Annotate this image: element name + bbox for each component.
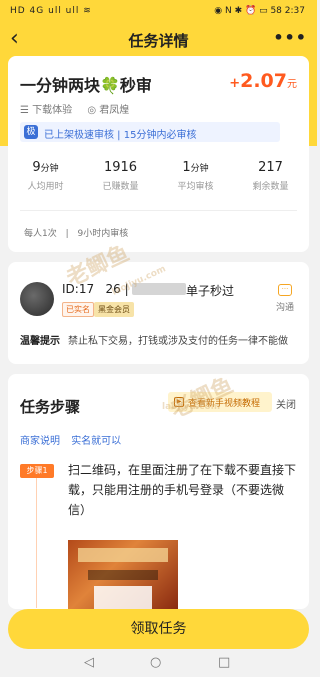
stat-avg-time: 9分钟 人均用时 — [8, 160, 83, 192]
stat-remaining: 217 剩余数量 — [233, 160, 308, 192]
merchant-links: 商家说明 实名就可以 — [20, 432, 129, 447]
status-bar: HD 4G ull ull ≋ ◉ N ✱ ⏰ ▭ 58 2:37 — [0, 0, 317, 24]
vip-badge: 黑金会员 — [94, 302, 134, 317]
tip-text: 禁止私下交易，打钱或涉及支付的任务一律不能做 — [68, 336, 288, 347]
reward-amount: 2.07 — [240, 70, 287, 92]
qr-image-banner — [78, 548, 168, 562]
tutorial-label: 查看新手视频教程 — [188, 399, 261, 409]
limit-separator: | — [65, 229, 69, 239]
tag-download: ☰ 下载体验 — [20, 105, 73, 116]
nav-back-icon[interactable]: ◁ — [84, 655, 94, 670]
clock: 2:37 — [284, 6, 305, 16]
stat-earned: 1916 已赚数量 — [83, 160, 158, 192]
task-steps-card: 任务步骤 ▶ 查看新手视频教程 关闭 商家说明 实名就可以 步骤1 扫二维码，在… — [8, 374, 309, 609]
stat-avg-audit: 1分钟 平均审核 — [158, 160, 233, 192]
nav-recent-icon[interactable]: □ — [218, 655, 230, 670]
task-stats: 9分钟 人均用时 1916 已赚数量 1分钟 平均审核 217 剩余数量 — [8, 160, 309, 200]
task-limits: 每人1次 | 9小时内审核 — [24, 226, 134, 239]
publisher-name: 单子秒过 — [186, 284, 235, 298]
nav-home-icon[interactable]: ○ — [150, 655, 161, 670]
chat-label: 沟通 — [275, 303, 294, 313]
close-tutorial-button[interactable]: 关闭 — [276, 396, 296, 411]
stat-label: 剩余数量 — [252, 182, 289, 192]
chat-button[interactable]: ··· 沟通 — [273, 284, 297, 313]
limit-per-person: 每人1次 — [24, 229, 57, 239]
app-header: ‹ 任务详情 ••• — [0, 24, 317, 56]
avatar[interactable] — [20, 282, 54, 316]
qr-code-icon — [94, 586, 152, 609]
publisher-card: ID:17 26 | 单子秒过 已实名 黑金会员 ··· 沟通 温馨提示 禁止私下… — [8, 262, 309, 364]
redacted-name — [132, 283, 186, 295]
stat-label: 人均用时 — [27, 182, 64, 192]
stat-value: 1916 — [103, 160, 138, 175]
publisher-id-prefix: ID:17 — [62, 282, 95, 296]
audit-text: 已上架极速审核 | 15分钟内必审核 — [44, 130, 197, 141]
fast-audit-bar: 极 已上架极速审核 | 15分钟内必审核 — [20, 122, 280, 142]
reward-plus: + — [229, 76, 241, 91]
realname-link[interactable]: 实名就可以 — [71, 436, 121, 447]
stat-value: 1 — [182, 160, 191, 175]
divider — [20, 210, 297, 211]
task-tags: ☰ 下载体验 ◎ 君凤煌 — [20, 101, 141, 116]
stat-unit: 分钟 — [40, 164, 59, 174]
bottom-bar: 领取任务 — [0, 609, 317, 649]
stat-label: 平均审核 — [177, 182, 214, 192]
publisher-id: ID:17 26 | — [62, 282, 129, 296]
system-nav-bar: ◁ ○ □ — [0, 651, 317, 677]
stat-value: 217 — [258, 160, 283, 175]
video-tutorial-button[interactable]: ▶ 查看新手视频教程 — [168, 392, 272, 412]
task-title: 一分钟两块🍀秒审 — [20, 76, 152, 95]
tip-label: 温馨提示 — [20, 336, 60, 347]
claim-task-button[interactable]: 领取任务 — [8, 609, 309, 649]
verified-badge: 已实名 — [62, 302, 94, 317]
step-connector — [36, 478, 37, 608]
status-right-icons: ◉ N ✱ ⏰ ▭ — [214, 6, 268, 16]
stat-value: 9 — [32, 160, 41, 175]
limit-audit-window: 9小时内审核 — [77, 229, 129, 239]
publisher-id-suffix: 26 | — [105, 282, 129, 296]
battery-level: 58 — [270, 6, 282, 16]
merchant-note-link[interactable]: 商家说明 — [20, 436, 60, 447]
warning-tip: 温馨提示 禁止私下交易，打钱或涉及支付的任务一律不能做 — [20, 332, 302, 347]
chat-bubble-icon: ··· — [278, 284, 292, 296]
stat-unit: 分钟 — [190, 164, 209, 174]
step-badge: 步骤1 — [20, 464, 54, 478]
tag-publisher: ◎ 君凤煌 — [87, 105, 130, 116]
page-title: 任务详情 — [128, 32, 189, 50]
more-options-icon[interactable]: ••• — [273, 28, 307, 47]
qr-image-strip — [88, 570, 158, 580]
task-summary-card: 一分钟两块🍀秒审 +2.07元 ☰ 下载体验 ◎ 君凤煌 极 已上架极速审核 |… — [8, 56, 309, 252]
qr-code-image[interactable] — [68, 540, 178, 609]
stat-label: 已赚数量 — [102, 182, 139, 192]
status-right: ◉ N ✱ ⏰ ▭ 58 2:37 — [214, 6, 305, 16]
lightning-badge-icon: 极 — [24, 125, 38, 139]
reward-unit: 元 — [287, 79, 297, 90]
play-icon: ▶ — [174, 397, 184, 407]
status-left-icons: HD 4G ull ull ≋ — [10, 6, 92, 16]
task-reward: +2.07元 — [229, 70, 297, 92]
step-text: 扫二维码，在里面注册了在下载不要直接下载，只能用注册的手机号登录（不要选微信） — [68, 463, 297, 517]
steps-title: 任务步骤 — [20, 398, 81, 416]
